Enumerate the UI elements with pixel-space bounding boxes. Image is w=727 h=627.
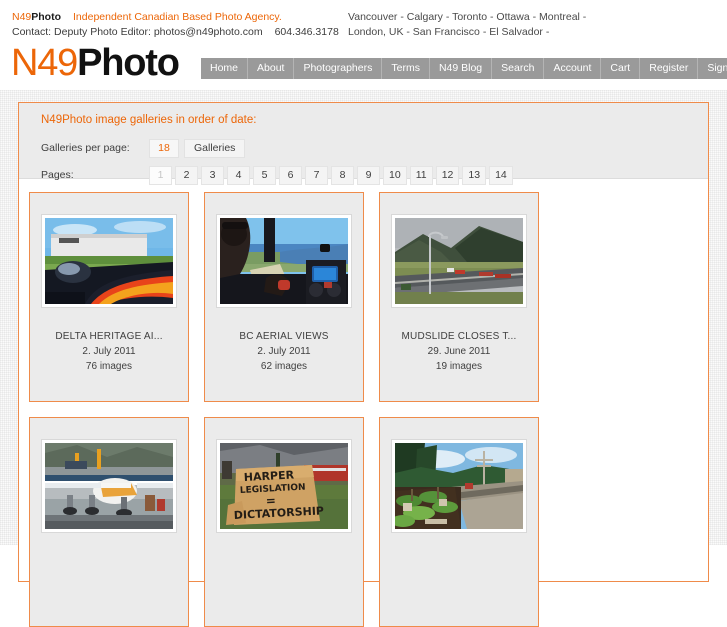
masthead: N49Photo Home About Photographers Terms N49 … bbox=[0, 42, 727, 90]
nav-item-n49-blog[interactable]: N49 Blog bbox=[430, 58, 493, 79]
page-link-2[interactable]: 2 bbox=[175, 166, 198, 185]
logo-photo-text: Photo bbox=[77, 42, 180, 84]
gallery-image-count: 19 images bbox=[435, 361, 483, 372]
gallery-thumbnail-frame: HARPER LEGISLATION = DICTATORSHIP bbox=[217, 440, 351, 532]
gallery-thumbnail-airplane-flames[interactable] bbox=[45, 218, 173, 304]
page-link-9[interactable]: 9 bbox=[357, 166, 380, 185]
gallery-thumbnail-frame bbox=[42, 440, 176, 532]
page-link-11[interactable]: 11 bbox=[409, 166, 433, 185]
gallery-title[interactable]: BC AERIAL VIEWS bbox=[239, 329, 328, 344]
gallery-grid: DELTA HERITAGE AI... 2. July 2011 76 image… bbox=[19, 179, 708, 627]
gallery-thumbnail-cockpit-aerial[interactable] bbox=[220, 218, 348, 304]
page-link-13[interactable]: 13 bbox=[462, 166, 487, 185]
pages-label: Pages: bbox=[41, 169, 74, 181]
page-link-6[interactable]: 6 bbox=[279, 166, 302, 185]
page-link-7[interactable]: 7 bbox=[305, 166, 328, 185]
pagination-list: 1 2 3 4 5 6 7 8 9 10 11 12 13 14 bbox=[149, 165, 516, 185]
nav-item-home[interactable]: Home bbox=[201, 58, 249, 79]
nav-item-sign-in[interactable]: Sign In bbox=[698, 58, 727, 79]
gallery-title[interactable]: MUDSLIDE CLOSES T... bbox=[402, 329, 517, 344]
panel-header: N49Photo image galleries in order of dat… bbox=[19, 103, 708, 185]
gallery-card[interactable]: HARPER LEGISLATION = DICTATORSHIP bbox=[204, 417, 364, 627]
gallery-date: 29. June 2011 bbox=[427, 346, 491, 357]
gallery-image-count: 76 images bbox=[85, 361, 133, 372]
page-link-10[interactable]: 10 bbox=[383, 166, 407, 185]
gallery-thumbnail-frame bbox=[42, 215, 176, 307]
gallery-thumbnail-frame bbox=[392, 215, 526, 307]
brand-photo-text: Photo bbox=[31, 11, 62, 23]
gallery-meta: BC AERIAL VIEWS 2. July 2011 62 images bbox=[239, 329, 328, 374]
gallery-meta: MUDSLIDE CLOSES T... 29. June 2011 19 imag… bbox=[402, 329, 517, 374]
page-link-3[interactable]: 3 bbox=[201, 166, 224, 185]
gallery-thumbnail-seaplane-dock[interactable] bbox=[45, 443, 173, 529]
page-link-4[interactable]: 4 bbox=[227, 166, 250, 185]
tagline-text: Independent Canadian Based Photo Agency. bbox=[73, 11, 282, 23]
nav-item-cart[interactable]: Cart bbox=[601, 58, 641, 79]
gallery-card[interactable] bbox=[379, 417, 539, 627]
gallery-thumbnail-frame bbox=[217, 215, 351, 307]
nav-item-about[interactable]: About bbox=[248, 58, 295, 79]
contact-phone-text: 604.346.3178 bbox=[274, 26, 339, 38]
gallery-thumbnail-mudslide-highway[interactable] bbox=[395, 218, 523, 304]
galleries-panel: N49Photo image galleries in order of dat… bbox=[18, 102, 709, 627]
gallery-meta: DELTA HERITAGE AI... 2. July 2011 76 image… bbox=[55, 329, 162, 374]
nav-item-account[interactable]: Account bbox=[544, 58, 602, 79]
contact-line: Contact: Deputy Photo Editor: photos@n49… bbox=[12, 25, 339, 40]
per-page-row: Galleries per page: 18 Galleries bbox=[19, 137, 708, 159]
page-link-5[interactable]: 5 bbox=[253, 166, 276, 185]
brand-n49-text: N49 bbox=[12, 11, 32, 23]
gallery-card[interactable]: DELTA HERITAGE AI... 2. July 2011 76 image… bbox=[29, 192, 189, 402]
main-navigation: Home About Photographers Terms N49 Blog Searc… bbox=[201, 58, 727, 79]
per-page-value-chip[interactable]: 18 bbox=[149, 138, 179, 158]
gallery-card[interactable] bbox=[29, 417, 189, 627]
cities-line-1: Vancouver - Calgary - Toronto - Ottawa -… bbox=[348, 11, 587, 23]
page-link-8[interactable]: 8 bbox=[331, 166, 354, 185]
gallery-thumbnail-community-garden[interactable] bbox=[395, 443, 523, 529]
nav-item-search[interactable]: Search bbox=[492, 58, 545, 79]
gallery-card[interactable]: MUDSLIDE CLOSES T... 29. June 2011 19 imag… bbox=[379, 192, 539, 402]
page-background: N49Photo image galleries in order of dat… bbox=[0, 90, 727, 627]
page-link-1[interactable]: 1 bbox=[149, 166, 172, 185]
gallery-date: 2. July 2011 bbox=[82, 346, 136, 357]
page-link-14[interactable]: 14 bbox=[489, 166, 513, 185]
topbar-brand-line: N49Photo Independent Canadian Based Photo… bbox=[12, 10, 339, 25]
logo-n49-text: N49 bbox=[11, 42, 78, 84]
gallery-card[interactable]: BC AERIAL VIEWS 2. July 2011 62 images bbox=[204, 192, 364, 402]
nav-item-register[interactable]: Register bbox=[640, 58, 699, 79]
topbar-left-block: N49Photo Independent Canadian Based Photo… bbox=[12, 10, 339, 40]
nav-item-photographers[interactable]: Photographers bbox=[294, 58, 383, 79]
top-info-bar: N49Photo Independent Canadian Based Photo… bbox=[0, 0, 727, 45]
gallery-date: 2. July 2011 bbox=[257, 346, 311, 357]
page-title: N49Photo image galleries in order of dat… bbox=[41, 114, 257, 126]
topbar-cities-block: Vancouver - Calgary - Toronto - Ottawa -… bbox=[348, 10, 586, 40]
gallery-image-count: 62 images bbox=[260, 361, 308, 372]
gallery-title[interactable]: DELTA HERITAGE AI... bbox=[55, 329, 162, 344]
per-page-unit-chip[interactable]: Galleries bbox=[184, 138, 246, 158]
svg-text:=: = bbox=[265, 493, 276, 508]
nav-item-terms[interactable]: Terms bbox=[382, 58, 430, 79]
page-link-12[interactable]: 12 bbox=[435, 166, 460, 185]
gallery-thumbnail-frame bbox=[392, 440, 526, 532]
site-logo[interactable]: N49Photo bbox=[11, 41, 180, 86]
per-page-label: Galleries per page: bbox=[41, 142, 130, 154]
cities-line-2: London, UK - San Francisco - El Salvador… bbox=[348, 26, 550, 38]
contact-email-text[interactable]: Contact: Deputy Photo Editor: photos@n49… bbox=[12, 26, 263, 38]
gallery-thumbnail-protest-sign[interactable]: HARPER LEGISLATION = DICTATORSHIP bbox=[220, 443, 348, 529]
svg-text:HARPER: HARPER bbox=[243, 468, 294, 484]
